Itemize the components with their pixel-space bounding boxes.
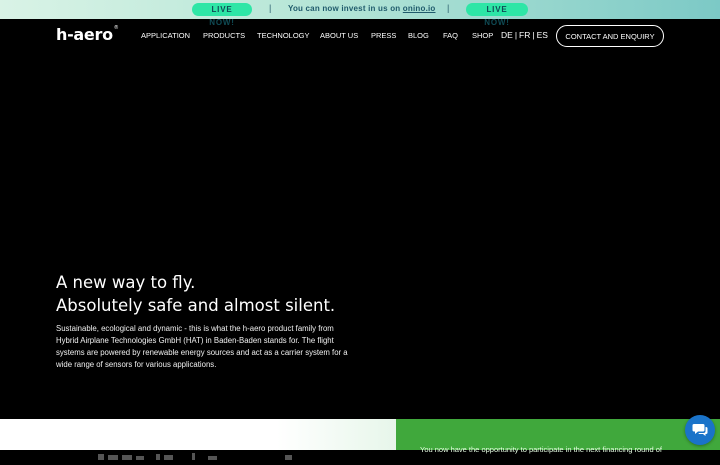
- language-switcher: DE | FR | ES: [501, 30, 548, 40]
- lang-separator: |: [514, 30, 518, 40]
- nav-shop[interactable]: SHOP: [472, 31, 493, 40]
- announcement-banner: LIVE NOW! | You can now invest in us on …: [0, 0, 720, 27]
- nav-blog[interactable]: BLOG: [408, 31, 429, 40]
- onino-link[interactable]: onino.io: [403, 4, 436, 13]
- bottom-heading-partial: [98, 444, 298, 465]
- hero-title-line-2: Absolutely safe and almost silent.: [56, 295, 336, 315]
- banner-message: You can now invest in us on onino.io: [288, 4, 436, 13]
- nav-press[interactable]: PRESS: [371, 31, 396, 40]
- live-now-badge-right[interactable]: LIVE NOW!: [466, 3, 528, 27]
- nav-about-us[interactable]: ABOUT US: [320, 31, 358, 40]
- h-aero-logo[interactable]: h-aero®: [56, 25, 119, 44]
- hero-description: Sustainable, ecological and dynamic - th…: [56, 324, 348, 369]
- contact-enquiry-button[interactable]: CONTACT AND ENQUIRY: [556, 25, 664, 47]
- banner-separator: |: [447, 3, 450, 13]
- lang-es[interactable]: ES: [537, 30, 548, 40]
- hero-title-line-1: A new way to fly.: [56, 273, 196, 292]
- site-header: h-aero® APPLICATION PRODUCTS TECHNOLOGY …: [0, 19, 720, 55]
- lang-de[interactable]: DE: [501, 30, 513, 40]
- bottom-right-section: You now have the opportunity to particip…: [396, 419, 720, 454]
- chat-bubble-icon[interactable]: [685, 415, 715, 445]
- banner-message-text: You can now invest in us on: [288, 4, 403, 13]
- lang-fr[interactable]: FR: [519, 30, 530, 40]
- live-now-badge-left[interactable]: LIVE NOW!: [192, 3, 252, 27]
- nav-technology[interactable]: TECHNOLOGY: [257, 31, 310, 40]
- registered-mark: ®: [113, 25, 119, 31]
- logo-text: h-aero: [56, 25, 113, 44]
- banner-separator: |: [269, 3, 272, 13]
- bottom-left-section: [0, 419, 396, 460]
- lang-separator: |: [532, 30, 535, 40]
- nav-application[interactable]: APPLICATION: [141, 31, 190, 40]
- hero-title: A new way to fly. Absolutely safe and al…: [56, 272, 335, 317]
- nav-products[interactable]: PRODUCTS: [203, 31, 245, 40]
- nav-faq[interactable]: FAQ: [443, 31, 458, 40]
- chat-bubble-glyph: [692, 424, 708, 436]
- partial-heading-glyphs: [98, 453, 292, 460]
